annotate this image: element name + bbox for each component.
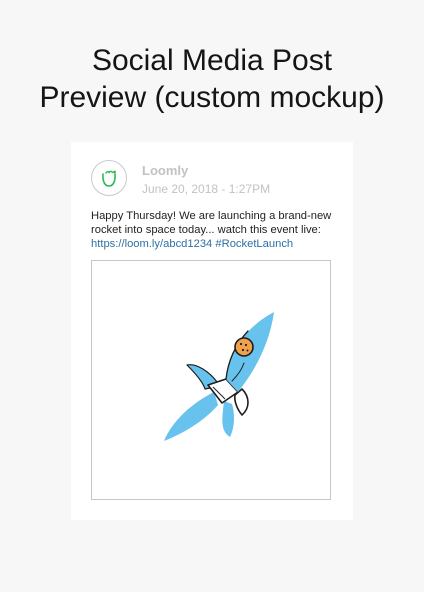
post-caption-line-1: Happy Thursday! We are launching a brand…: [91, 210, 332, 222]
post-caption-line-3: https://loom.ly/abcd1234 #RocketLaunch: [91, 237, 339, 251]
post-link[interactable]: https://loom.ly/abcd1234: [91, 238, 212, 250]
hashtag-link[interactable]: #RocketLaunch: [215, 238, 293, 250]
page-title: Social Media Post Preview (custom mockup…: [0, 42, 424, 116]
social-post-card: Loomly June 20, 2018 - 1:27PM Happy Thur…: [71, 142, 353, 520]
page-title-line-2: Preview (custom mockup): [39, 81, 385, 114]
account-name[interactable]: Loomly: [142, 163, 188, 179]
post-image[interactable]: [91, 260, 331, 500]
avatar[interactable]: [91, 160, 127, 196]
loomly-logo-icon: [102, 170, 116, 187]
rocket-illustration: [164, 312, 274, 441]
post-caption: Happy Thursday! We are launching a brand…: [91, 209, 339, 251]
post-timestamp: June 20, 2018 - 1:27PM: [142, 182, 271, 196]
page-title-line-1: Social Media Post: [91, 44, 333, 77]
post-caption-line-2: rocket into space today... watch this ev…: [91, 224, 321, 236]
